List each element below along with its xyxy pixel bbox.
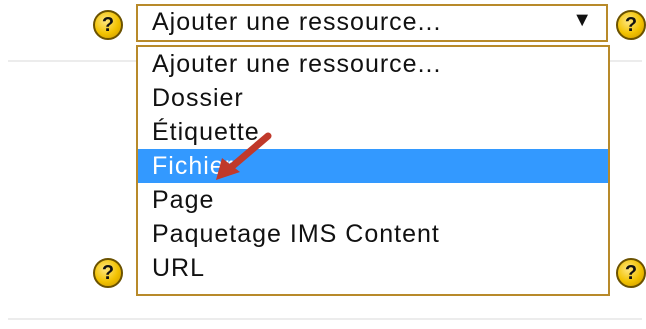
option-url[interactable]: URL <box>138 251 608 285</box>
add-resource-select[interactable]: Ajouter une ressource... ▼ <box>136 4 608 42</box>
divider-bottom <box>8 318 642 320</box>
option-dossier[interactable]: Dossier <box>138 81 608 115</box>
red-arrow-pointer-icon <box>216 132 272 180</box>
option-fichier[interactable]: Fichier <box>138 149 608 183</box>
option-page[interactable]: Page <box>138 183 608 217</box>
option-add-resource[interactable]: Ajouter une ressource... <box>138 47 608 81</box>
add-resource-dropdown: Ajouter une ressource... Dossier Étiquet… <box>136 45 610 296</box>
triangle-down-icon: ▼ <box>572 9 592 31</box>
option-etiquette[interactable]: Étiquette <box>138 115 608 149</box>
help-icon[interactable]: ? <box>616 258 646 288</box>
help-icon[interactable]: ? <box>93 258 123 288</box>
help-icon[interactable]: ? <box>93 10 123 40</box>
help-icon[interactable]: ? <box>616 10 646 40</box>
option-ims-content[interactable]: Paquetage IMS Content <box>138 217 608 251</box>
select-value: Ajouter une ressource... <box>152 8 442 36</box>
